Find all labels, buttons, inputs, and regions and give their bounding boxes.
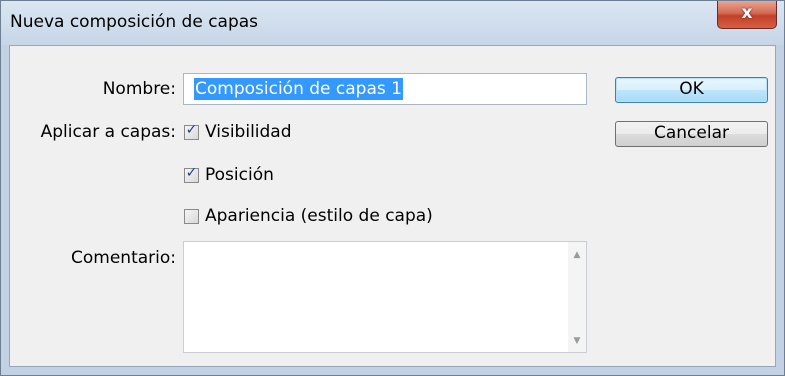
close-icon: x <box>741 3 753 23</box>
appearance-checkbox-label[interactable]: Apariencia (estilo de capa) <box>205 206 433 226</box>
visibility-checkbox[interactable]: ✓ <box>184 122 199 140</box>
ok-button[interactable]: OK <box>615 77 768 103</box>
check-icon: ✓ <box>185 165 198 181</box>
comment-scrollbar[interactable]: ▲ ▼ <box>568 242 586 352</box>
comment-label: Comentario: <box>71 248 176 268</box>
scroll-down-icon[interactable]: ▼ <box>568 332 586 350</box>
position-checkbox-label[interactable]: Posición <box>205 165 274 185</box>
scroll-up-icon[interactable]: ▲ <box>568 246 586 264</box>
dialog-title: Nueva composición de capas <box>10 12 259 32</box>
name-label: Nombre: <box>102 79 176 99</box>
title-bar[interactable]: Nueva composición de capas x <box>1 1 784 45</box>
name-input-value: Composición de capas 1 <box>194 78 403 100</box>
comment-textarea[interactable]: ▲ ▼ <box>183 241 587 353</box>
dialog-window: Nueva composición de capas x Nombre: Com… <box>0 0 785 376</box>
appearance-checkbox[interactable] <box>184 209 199 224</box>
check-icon: ✓ <box>185 122 198 138</box>
apply-to-layers-label: Aplicar a capas: <box>40 122 176 142</box>
position-checkbox[interactable]: ✓ <box>184 165 199 183</box>
close-button[interactable]: x <box>717 1 777 29</box>
dialog-body: Nombre: Composición de capas 1 Aplicar a… <box>9 45 776 367</box>
visibility-checkbox-label[interactable]: Visibilidad <box>205 122 292 142</box>
cancel-button[interactable]: Cancelar <box>615 121 768 147</box>
name-input[interactable]: Composición de capas 1 <box>183 73 587 105</box>
